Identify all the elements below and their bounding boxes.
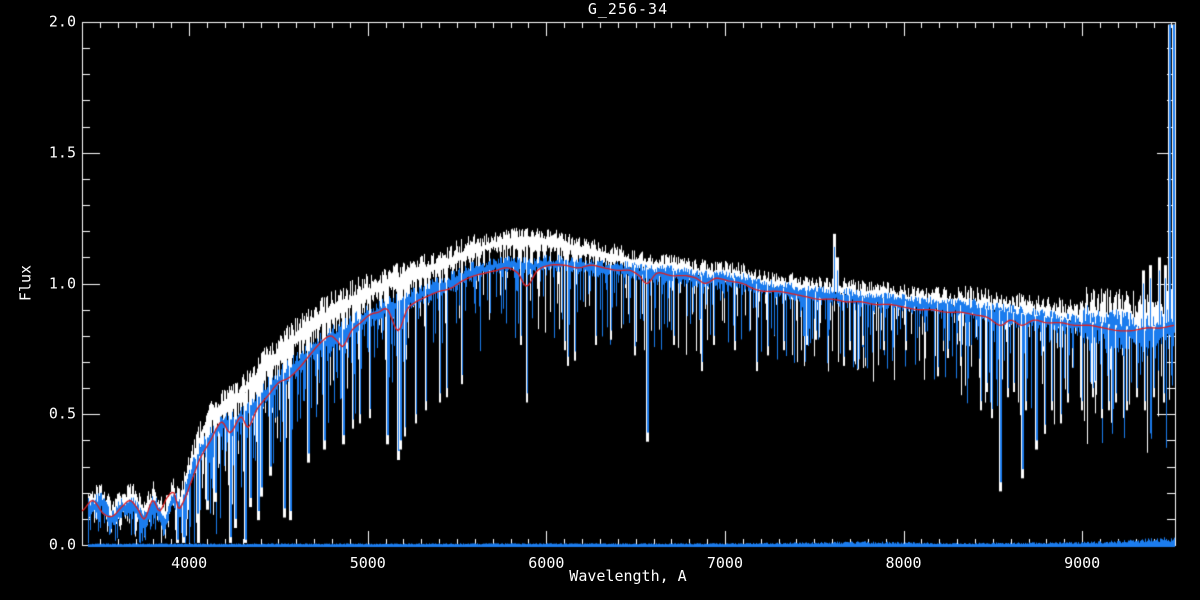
x-tick-label: 4000 [171,554,208,572]
plot-title: G_256-34 [587,0,669,18]
spectrum-plot-canvas [0,0,1200,600]
x-tick-label: 7000 [706,554,743,572]
spectrum-plot: G_256-34 Wavelength, A Flux 4000 5000 6000… [0,0,1200,600]
x-tick-label: 9000 [1064,554,1101,572]
y-tick-label: 0.0 [48,535,76,554]
y-tick-label: 1.0 [48,274,76,292]
x-tick-label: 6000 [528,554,565,572]
y-tick-label: 0.5 [48,404,76,423]
x-axis-label: Wavelength, A [569,567,687,585]
y-tick-label: 1.5 [48,143,76,162]
x-tick-label: 5000 [349,554,386,572]
y-tick-label: 2.0 [48,12,76,31]
x-tick-label: 8000 [885,554,922,572]
